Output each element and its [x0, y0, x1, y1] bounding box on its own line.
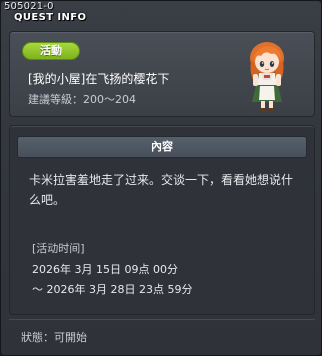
window-title: QUEST INFO [14, 12, 87, 23]
quest-summary-panel: 活動 [我的小屋]在飞扬的樱花下 建議等級：200～204 [9, 31, 315, 117]
quest-status: 狀態：可開始 [21, 331, 87, 344]
quest-info-window: 505021-0 QUEST INFO 活動 [我的小屋]在飞扬的樱花下 建議等… [0, 0, 322, 356]
footer-divider [9, 319, 315, 320]
event-time-title: [活动时间] [32, 242, 85, 255]
event-time-start: 2026年 3月 15日 09点 00分 [32, 263, 178, 276]
recommended-level: 建議等級：200～204 [28, 93, 136, 106]
content-panel: 內容 卡米拉害羞地走了过来。交谈一下，看看她想说什么吧。 [活动时间] 2026… [9, 125, 315, 315]
event-tag: 活動 [22, 42, 80, 60]
quest-description: 卡米拉害羞地走了过来。交谈一下，看看她想说什么吧。 [29, 173, 294, 207]
content-header: 內容 [17, 136, 307, 158]
quest-id: 505021-0 [4, 1, 54, 12]
npc-portrait-icon [250, 42, 284, 112]
quest-name: [我的小屋]在飞扬的樱花下 [28, 72, 170, 86]
event-time-end: ～ 2026年 3月 28日 23点 59分 [32, 283, 193, 296]
